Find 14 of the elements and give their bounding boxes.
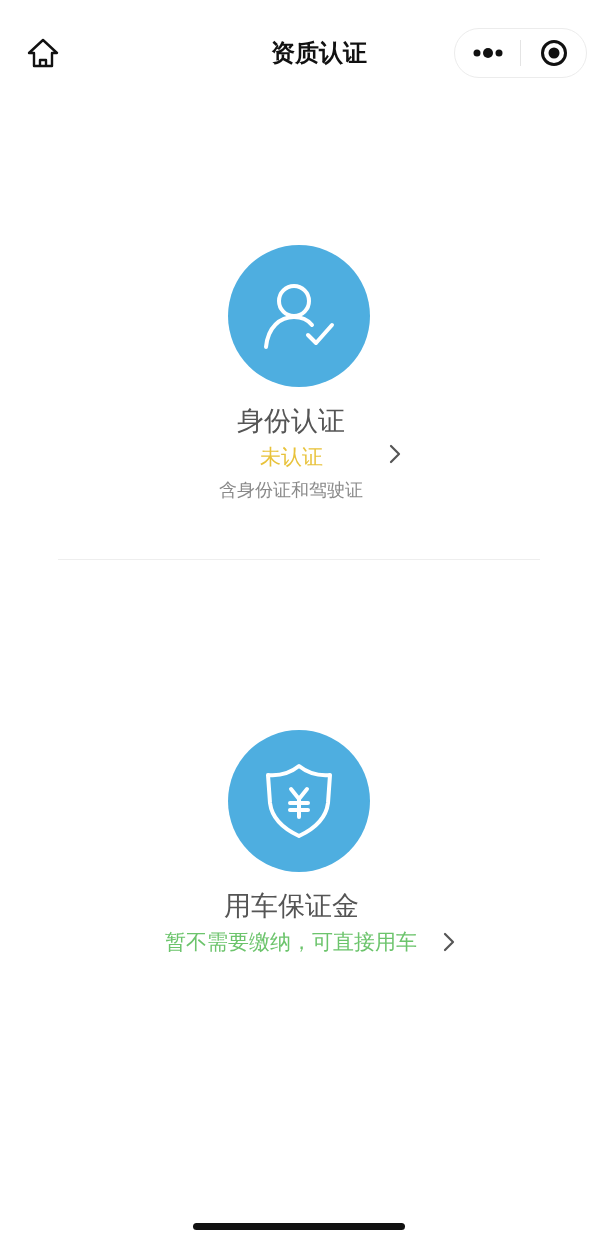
status-text: 暂不需要缴纳，可直接用车 — [165, 929, 417, 956]
more-icon[interactable] — [472, 48, 503, 58]
chevron-right-icon[interactable] — [443, 932, 455, 952]
item-note: 含身份证和驾驶证 — [219, 478, 363, 502]
chevron-right-icon[interactable] — [389, 444, 401, 464]
shield-yen-icon — [264, 763, 334, 839]
user-check-icon — [262, 281, 336, 351]
item-title: 身份认证 — [237, 404, 345, 438]
close-target-icon[interactable] — [539, 39, 568, 67]
home-button[interactable] — [26, 36, 60, 70]
page-title: 资质认证 — [269, 38, 367, 69]
status-text: 未认证 — [259, 444, 323, 471]
home-icon — [27, 38, 59, 68]
item-title: 用车保证金 — [223, 889, 359, 923]
